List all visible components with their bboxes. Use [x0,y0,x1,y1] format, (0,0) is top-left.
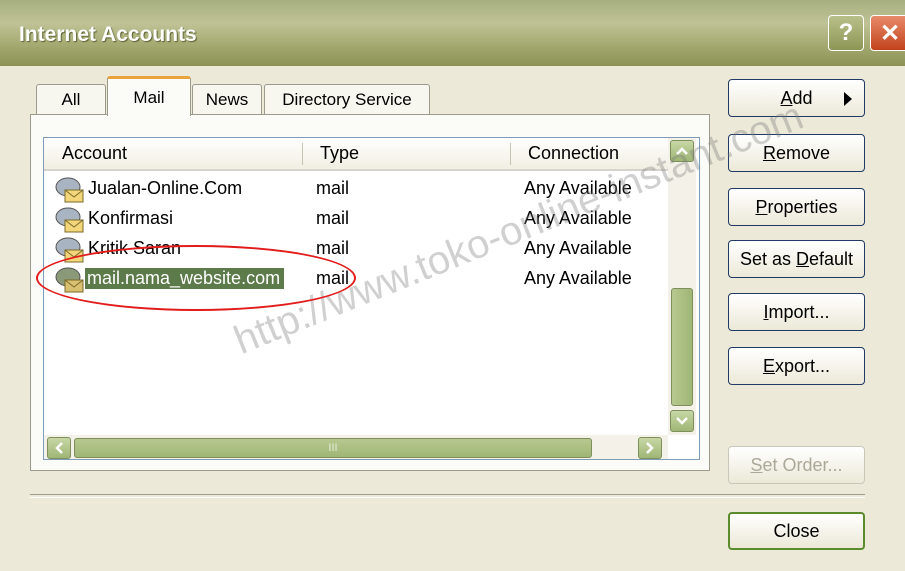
mail-account-icon [55,177,84,203]
set-order-button-label: Set Order... [750,454,843,475]
column-header-account[interactable]: Account [44,138,304,171]
set-order-button[interactable]: Set Order... [728,446,865,484]
account-type: mail [316,208,350,228]
account-connection: Any Available [524,268,632,288]
submenu-arrow-icon [844,92,852,106]
account-name: Jualan-Online.Com [88,178,243,198]
column-divider[interactable] [302,143,303,165]
account-name: Konfirmasi [88,208,174,228]
column-header-type[interactable]: Type [304,138,512,171]
horizontal-scroll-thumb[interactable]: III [74,438,592,458]
close-button[interactable]: Close [728,512,865,550]
export-button-label: Export... [762,355,831,376]
internet-accounts-window: Internet Accounts ? ✕ All Mail News Dire… [0,0,905,571]
scroll-down-button[interactable] [670,410,694,432]
tab-news[interactable]: News [192,84,262,114]
scroll-left-button[interactable] [47,437,71,459]
set-as-default-button[interactable]: Set as Default [728,240,865,278]
mail-account-icon [55,207,84,233]
tab-mail[interactable]: Mail [107,76,191,116]
properties-button[interactable]: Properties [728,188,865,226]
title-bar[interactable]: Internet Accounts ? ✕ [0,0,905,66]
tab-directory-service[interactable]: Directory Service [264,84,430,114]
export-button[interactable]: Export... [728,347,865,385]
divider [30,494,865,498]
chevron-left-icon [55,442,63,454]
vertical-scroll-thumb[interactable] [671,288,693,406]
account-type: mail [316,178,350,198]
scroll-right-button[interactable] [638,437,662,459]
chevron-right-icon [646,442,654,454]
chevron-down-icon [676,417,688,425]
set-as-default-button-label: Set as Default [739,248,854,269]
window-title: Internet Accounts [19,23,197,46]
import-button-label: Import... [763,301,830,322]
import-button[interactable]: Import... [728,293,865,331]
tab-all[interactable]: All [36,84,106,114]
annotation-ellipse [36,245,356,311]
properties-button-label: Properties [755,196,838,217]
account-type: mail [316,238,350,258]
help-button[interactable]: ? [828,15,864,51]
column-divider[interactable] [510,143,511,165]
window-close-button[interactable]: ✕ [870,15,905,51]
horizontal-scrollbar[interactable]: III [44,435,668,459]
